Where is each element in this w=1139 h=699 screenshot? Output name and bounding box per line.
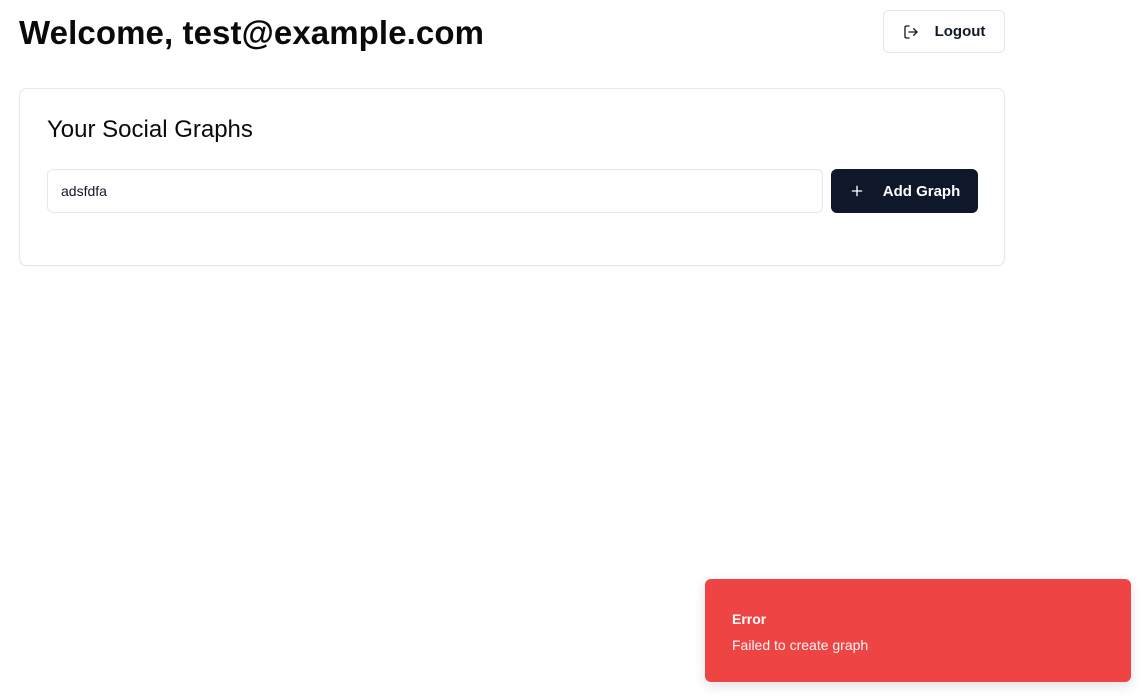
error-toast[interactable]: Error Failed to create graph (705, 579, 1131, 682)
plus-icon (849, 183, 865, 199)
card-title: Your Social Graphs (47, 116, 253, 143)
page-title: Welcome, test@example.com (19, 14, 485, 51)
log-out-icon (903, 24, 919, 40)
toast-title: Error (732, 611, 767, 627)
add-graph-button[interactable]: Add Graph (831, 169, 978, 213)
logout-label: Logout (934, 23, 986, 40)
logout-button[interactable]: Logout (883, 10, 1005, 53)
graph-name-input[interactable] (47, 169, 823, 213)
social-graphs-card: Your Social Graphs Add Graph (19, 88, 1005, 266)
toast-description: Failed to create graph (732, 637, 869, 653)
add-graph-label: Add Graph (882, 182, 961, 200)
